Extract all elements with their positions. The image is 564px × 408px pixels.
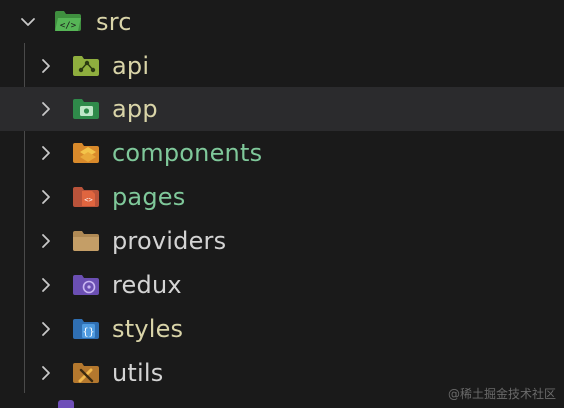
folder-pages-icon: <> bbox=[73, 187, 99, 207]
folder-styles-icon: {} bbox=[73, 319, 99, 339]
tree-item-label: api bbox=[112, 52, 150, 80]
tree-item-pages[interactable]: <> pages bbox=[0, 175, 564, 219]
svg-text:{}: {} bbox=[82, 327, 94, 338]
chevron-right-icon[interactable] bbox=[38, 145, 54, 161]
folder-app-icon bbox=[73, 99, 99, 119]
folder-redux-icon bbox=[73, 275, 99, 295]
tree-item-label: src bbox=[96, 8, 132, 36]
chevron-right-icon[interactable] bbox=[38, 58, 54, 74]
tree-item-label: pages bbox=[112, 183, 186, 211]
tree-item-styles[interactable]: {} styles bbox=[0, 307, 564, 351]
tree-item-label: providers bbox=[112, 227, 227, 255]
tree-item-redux[interactable]: redux bbox=[0, 263, 564, 307]
file-explorer: </> src api app components <> pages prov… bbox=[0, 0, 564, 408]
tree-item-components[interactable]: components bbox=[0, 131, 564, 175]
tree-item-label: redux bbox=[112, 271, 182, 299]
folder-providers-icon bbox=[73, 231, 99, 251]
next-item-icon-peek bbox=[58, 400, 74, 408]
chevron-right-icon[interactable] bbox=[38, 101, 54, 117]
tree-item-label: utils bbox=[112, 359, 164, 387]
svg-text:</>: </> bbox=[60, 21, 77, 31]
chevron-right-icon[interactable] bbox=[38, 233, 54, 249]
chevron-right-icon[interactable] bbox=[38, 321, 54, 337]
tree-item-label: styles bbox=[112, 315, 184, 343]
svg-text:<>: <> bbox=[84, 196, 92, 204]
tree-item-label: app bbox=[112, 95, 158, 123]
chevron-right-icon[interactable] bbox=[38, 189, 54, 205]
watermark: @稀土掘金技术社区 bbox=[447, 387, 556, 401]
chevron-right-icon[interactable] bbox=[38, 365, 54, 381]
tree-item-api[interactable]: api bbox=[0, 44, 564, 88]
folder-api-icon bbox=[73, 56, 99, 76]
folder-src-open-icon: </> bbox=[55, 11, 81, 31]
tree-item-app[interactable]: app bbox=[0, 87, 564, 131]
tree-item-label: components bbox=[112, 139, 263, 167]
folder-utils-icon bbox=[73, 363, 99, 383]
tree-item-src[interactable]: </> src bbox=[0, 0, 564, 44]
folder-components-icon bbox=[73, 143, 99, 163]
tree-item-providers[interactable]: providers bbox=[0, 219, 564, 263]
chevron-down-icon[interactable] bbox=[20, 14, 36, 30]
chevron-right-icon[interactable] bbox=[38, 277, 54, 293]
